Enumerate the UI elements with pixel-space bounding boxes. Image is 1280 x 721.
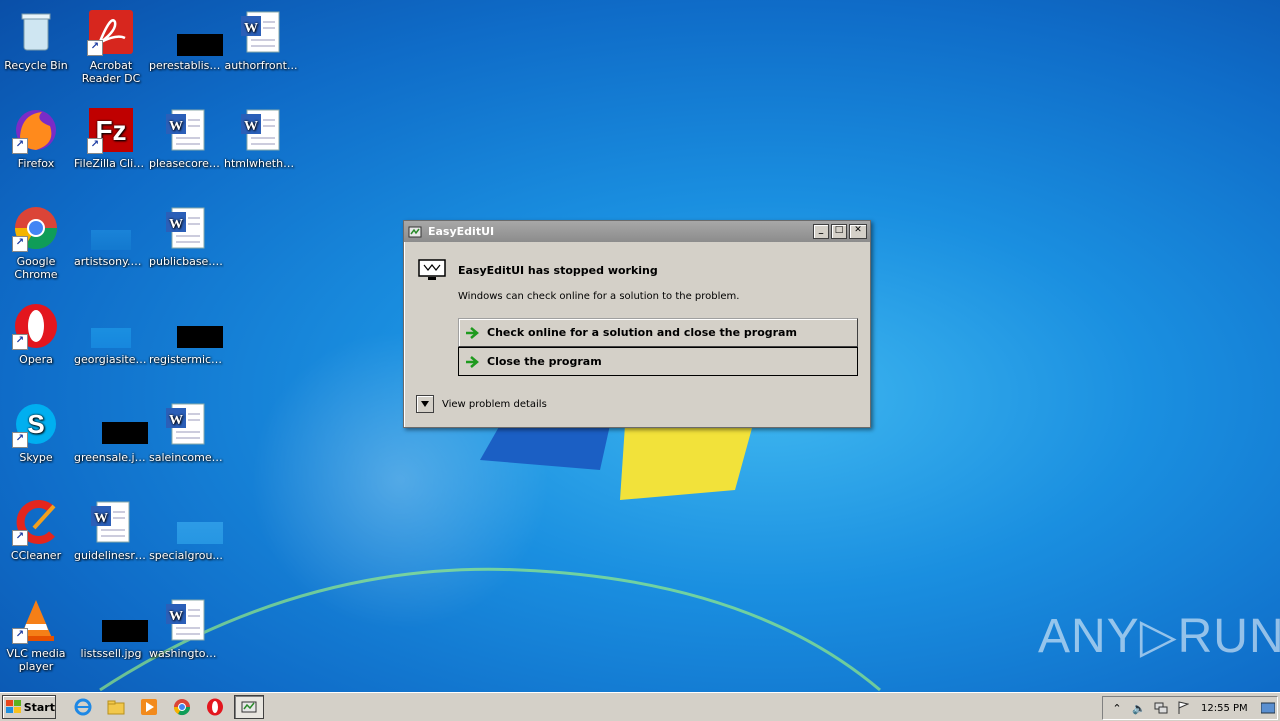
- word-document-icon[interactable]: W guidelinesra...: [73, 494, 149, 586]
- check-online-button[interactable]: Check online for a solution and close th…: [458, 318, 858, 347]
- word-document-icon[interactable]: W pleasecore.rtf: [148, 102, 224, 194]
- svg-text:W: W: [169, 119, 183, 134]
- green-arrow-icon: [466, 355, 479, 368]
- svg-text:W: W: [244, 119, 258, 134]
- dialog-message: Windows can check online for a solution …: [458, 291, 740, 302]
- chevron-down-icon[interactable]: [416, 395, 434, 413]
- recycle-bin-icon[interactable]: Recycle Bin: [0, 4, 74, 96]
- ccleaner-icon[interactable]: ↗ CCleaner: [0, 494, 74, 586]
- monitor-error-icon: [418, 259, 446, 280]
- dialog-title: EasyEditUI: [428, 225, 495, 238]
- start-label: Start: [23, 700, 55, 714]
- word-document-icon[interactable]: W authorfront...: [223, 4, 299, 96]
- maximize-button[interactable]: □: [831, 224, 847, 239]
- show-hidden-icons-icon[interactable]: ⌃: [1109, 700, 1125, 716]
- volume-icon[interactable]: 🔈: [1131, 700, 1147, 716]
- network-icon[interactable]: [1153, 700, 1169, 716]
- file-icon[interactable]: registermich...: [148, 298, 224, 390]
- minimize-button[interactable]: _: [813, 224, 829, 239]
- system-tray: ⌃ 🔈 12:55 PM: [1102, 696, 1278, 720]
- vlc-icon[interactable]: ↗ VLC media player: [0, 592, 74, 684]
- error-dialog: EasyEditUI _ □ ✕ EasyEditUI has stopped …: [403, 220, 871, 428]
- internet-explorer-icon[interactable]: [72, 696, 94, 718]
- view-details-toggle[interactable]: View problem details: [416, 395, 547, 413]
- dialog-titlebar[interactable]: EasyEditUI _ □ ✕: [404, 221, 870, 242]
- action-center-flag-icon[interactable]: [1175, 700, 1191, 716]
- svg-text:W: W: [169, 413, 183, 428]
- filezilla-icon[interactable]: Fz ↗ FileZilla Client: [73, 102, 149, 194]
- skype-icon[interactable]: S ↗ Skype: [0, 396, 74, 488]
- word-document-icon[interactable]: W publicbase.rtf: [148, 200, 224, 292]
- close-program-label: Close the program: [487, 355, 602, 368]
- view-details-label: View problem details: [442, 398, 547, 410]
- svg-text:W: W: [244, 21, 258, 36]
- opera-icon[interactable]: ↗ Opera: [0, 298, 74, 390]
- image-file-icon[interactable]: artistsony.png: [73, 200, 149, 292]
- firefox-icon[interactable]: ↗ Firefox: [0, 102, 74, 194]
- chrome-taskbar-icon[interactable]: [171, 696, 193, 718]
- app-icon: [408, 226, 422, 237]
- image-file-icon[interactable]: listssell.jpg: [73, 592, 149, 684]
- file-icon[interactable]: georgiasite....: [73, 298, 149, 390]
- svg-text:W: W: [94, 511, 108, 526]
- image-file-icon[interactable]: greensale.jpg: [73, 396, 149, 488]
- clock[interactable]: 12:55 PM: [1201, 703, 1248, 714]
- close-button[interactable]: ✕: [849, 224, 867, 239]
- anyrun-watermark: ANY▷RUN: [1038, 610, 1280, 663]
- opera-taskbar-icon[interactable]: [204, 696, 226, 718]
- folder-icon[interactable]: [105, 696, 127, 718]
- check-online-label: Check online for a solution and close th…: [487, 326, 797, 339]
- svg-text:S: S: [27, 409, 44, 439]
- word-document-icon[interactable]: W saleincome.rtf: [148, 396, 224, 488]
- acrobat-reader-icon[interactable]: ↗ Acrobat Reader DC: [73, 4, 149, 96]
- svg-text:W: W: [169, 609, 183, 624]
- word-document-icon[interactable]: W washington....: [148, 592, 224, 684]
- close-program-button[interactable]: Close the program: [458, 347, 858, 376]
- dialog-heading: EasyEditUI has stopped working: [458, 263, 658, 277]
- taskbar: Start ⌃ 🔈 12:55 PM: [0, 692, 1280, 721]
- chrome-icon[interactable]: ↗ Google Chrome: [0, 200, 74, 292]
- svg-text:W: W: [169, 217, 183, 232]
- windows-logo-icon: [6, 700, 21, 713]
- file-icon[interactable]: specialgrou...: [148, 494, 224, 586]
- easyeditui-task-button[interactable]: [234, 695, 264, 719]
- show-desktop-icon[interactable]: [1260, 700, 1276, 716]
- file-icon[interactable]: perestablish...: [148, 4, 224, 96]
- start-button[interactable]: Start: [2, 695, 56, 719]
- app-icon: [241, 701, 257, 713]
- green-arrow-icon: [466, 326, 479, 339]
- media-player-icon[interactable]: [138, 696, 160, 718]
- word-document-icon[interactable]: W htmlwhethe...: [223, 102, 299, 194]
